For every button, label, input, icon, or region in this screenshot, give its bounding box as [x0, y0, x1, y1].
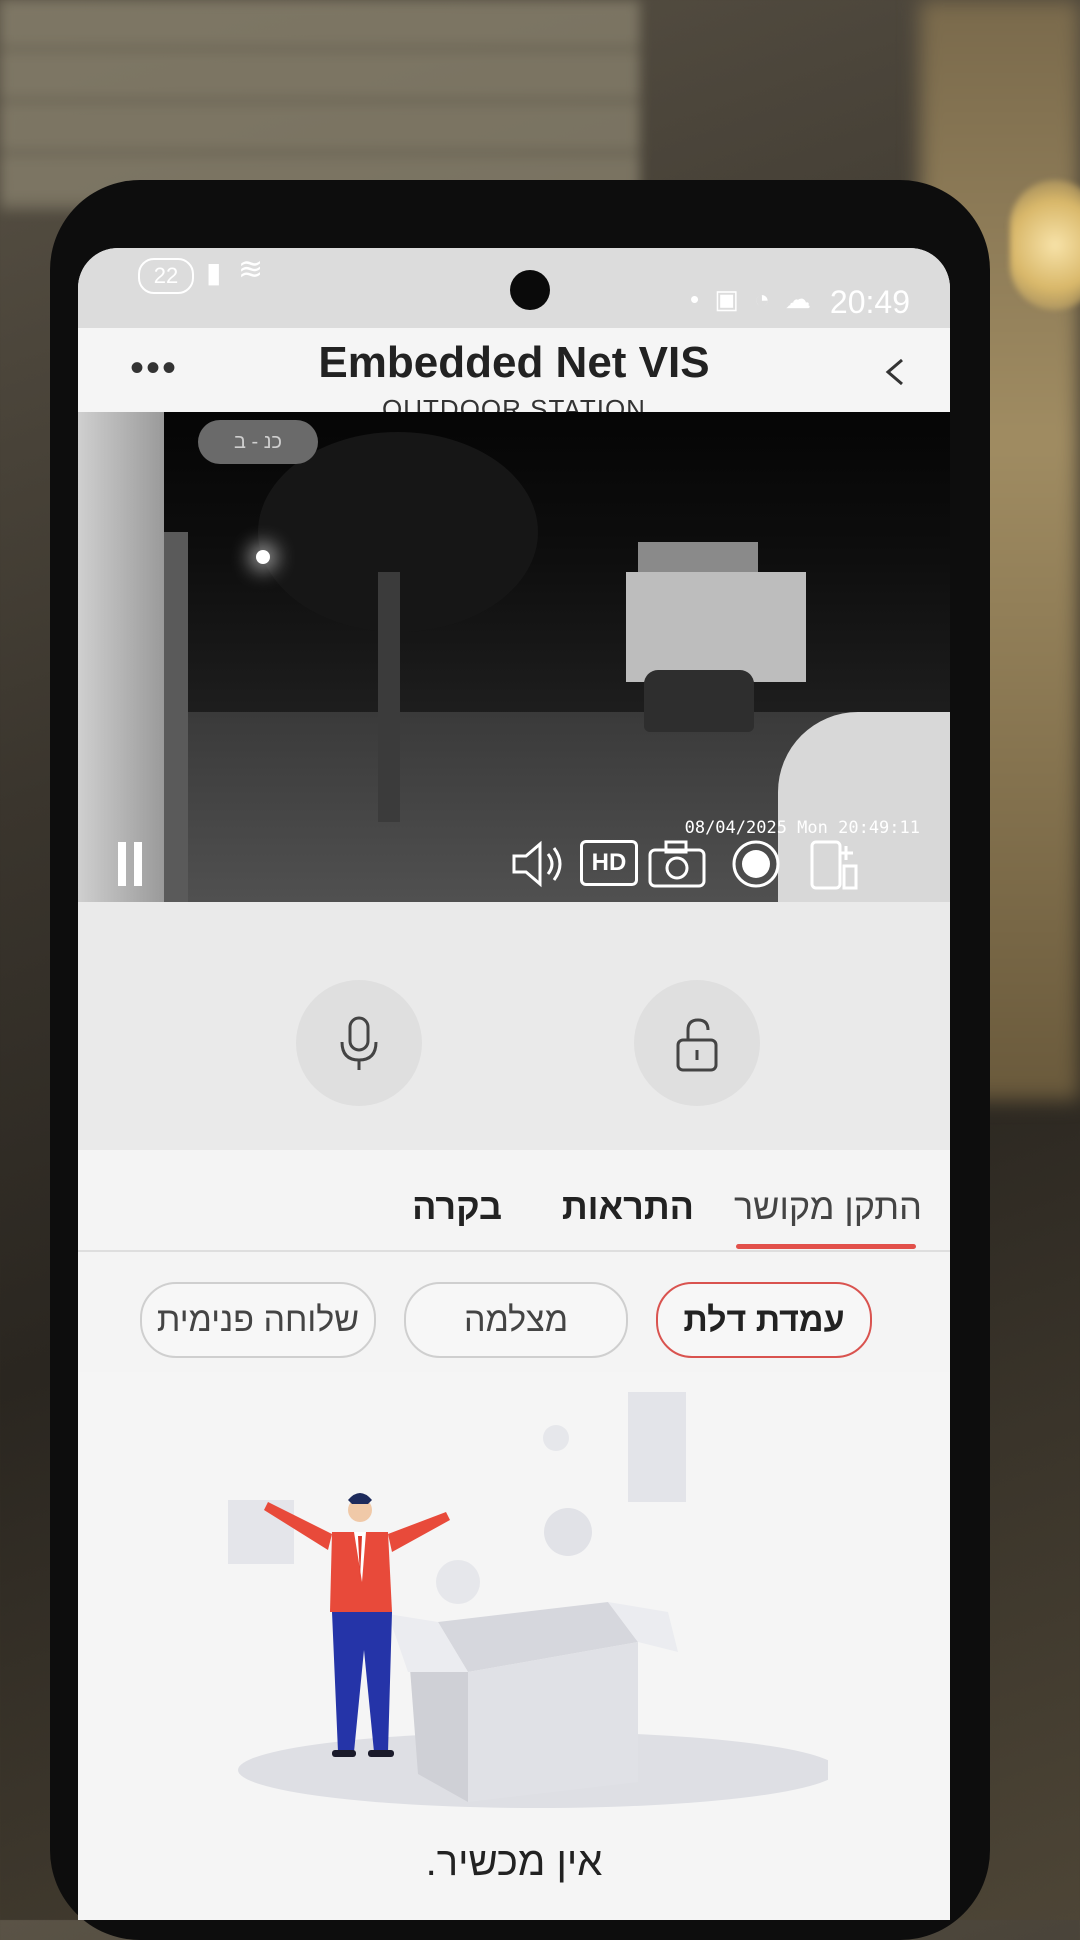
background-blinds	[0, 0, 640, 210]
microphone-button[interactable]	[296, 980, 422, 1106]
call-controls	[78, 902, 950, 1150]
chip-indoor-extension[interactable]: שלוחה פנימית	[140, 1282, 376, 1358]
video-building	[626, 572, 806, 682]
empty-state-message: אין מכשיר.	[425, 1840, 603, 1884]
status-bar: 22 ▮ ≋ • ▣ ◔ ☁ 20:49	[78, 248, 950, 328]
video-overlay-badge: כנ - ב	[198, 420, 318, 464]
tab-control[interactable]: בקרה	[412, 1186, 502, 1228]
video-wall	[78, 412, 164, 902]
background-lamp	[1010, 180, 1080, 310]
empty-state: אין מכשיר.	[78, 1372, 950, 1920]
unlock-button[interactable]	[634, 980, 760, 1106]
front-camera-cutout	[510, 270, 550, 310]
status-icons: • ▣ ◔ ☁	[690, 284, 816, 314]
record-icon[interactable]	[728, 836, 784, 892]
wifi-icon: ≋	[238, 253, 264, 286]
chevron-left-icon[interactable]	[882, 358, 910, 386]
video-tree-trunk	[378, 572, 400, 822]
tab-bar: התקן מקושר התראות בקרה	[78, 1150, 950, 1252]
notification-count-badge: 22	[138, 258, 194, 294]
active-tab-indicator	[736, 1244, 916, 1249]
phone-add-icon[interactable]	[804, 836, 860, 892]
video-car	[644, 670, 754, 732]
page-title: Embedded Net VIS	[318, 338, 710, 387]
pause-icon[interactable]	[114, 842, 146, 886]
status-clock: 20:49	[829, 284, 910, 320]
microphone-icon	[340, 1016, 378, 1070]
chip-door-station[interactable]: עמדת דלת	[656, 1282, 872, 1358]
video-streetlamp	[256, 550, 270, 564]
person-with-empty-box-illustration	[228, 1392, 828, 1808]
device-filter-chips: עמדת דלת מצלמה שלוחה פנימית	[78, 1252, 950, 1372]
phone-screen: 22 ▮ ≋ • ▣ ◔ ☁ 20:49 ••• Embedded Net VI…	[78, 248, 950, 1920]
hd-icon[interactable]: HD	[580, 840, 638, 886]
speaker-icon[interactable]	[508, 836, 568, 892]
video-timestamp: 08/04/2025 Mon 20:49:11	[684, 818, 920, 838]
video-wall-edge	[164, 532, 188, 902]
live-video-feed[interactable]: כנ - ב 08/04/2025 Mon 20:49:11 HD	[78, 412, 950, 902]
snapshot-camera-icon[interactable]	[646, 836, 708, 892]
tab-notifications[interactable]: התראות	[562, 1186, 694, 1228]
unlock-padlock-icon	[676, 1018, 718, 1072]
tab-linked-device[interactable]: התקן מקושר	[734, 1186, 922, 1228]
signal-icon: ▮	[206, 257, 222, 288]
chip-camera[interactable]: מצלמה	[404, 1282, 628, 1358]
